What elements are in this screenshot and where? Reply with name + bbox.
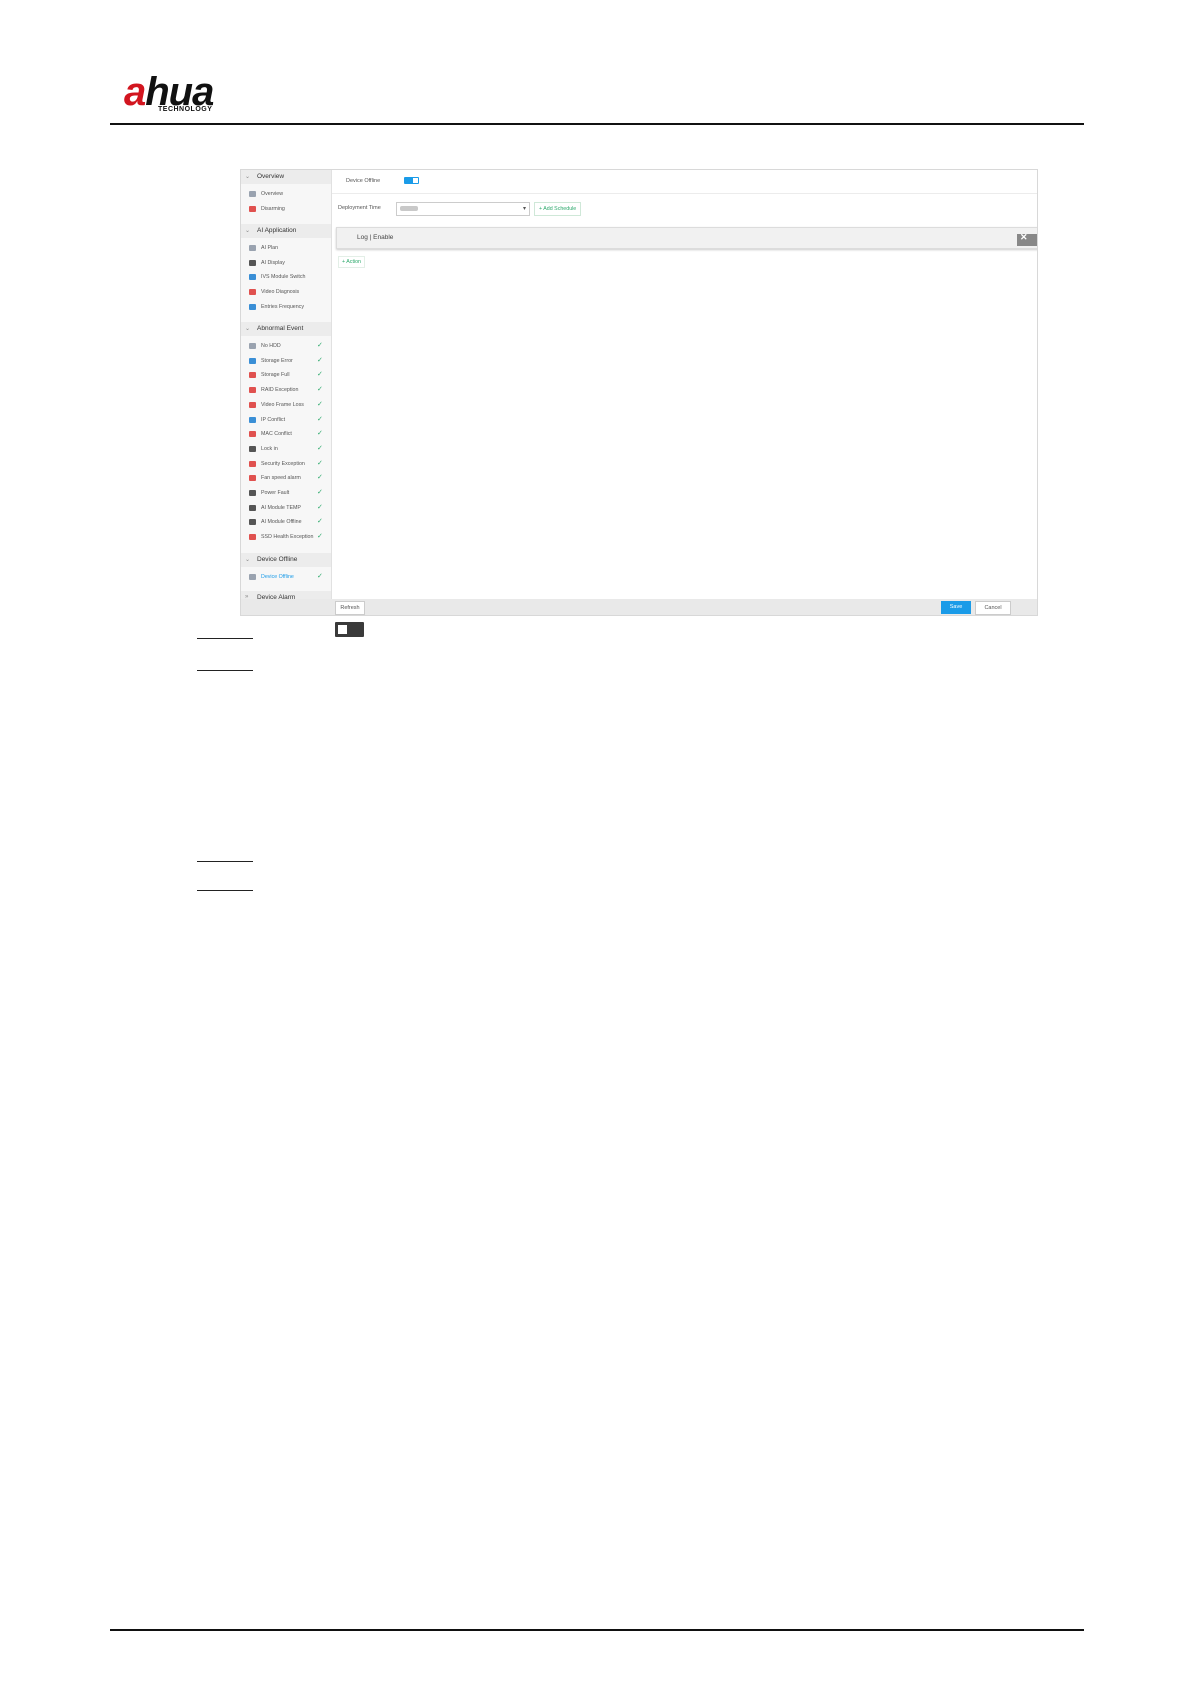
chevron-down-icon: ⌄ xyxy=(245,557,251,563)
sidebar-item-abnormal[interactable]: SSD Health Exception ✓ xyxy=(241,531,331,544)
blurred-value xyxy=(400,206,418,211)
sidebar-item-abnormal[interactable]: MAC Conflict ✓ xyxy=(241,428,331,441)
sidebar-section-abnormal-event[interactable]: ⌄ Abnormal Event xyxy=(241,322,331,336)
sidebar-item-abnormal[interactable]: IP Conflict ✓ xyxy=(241,414,331,427)
overview-icon xyxy=(249,191,256,197)
sidebar-item-device-offline[interactable]: Device Offline ✓ xyxy=(241,571,331,584)
sidebar-item-abnormal[interactable]: Security Exception ✓ xyxy=(241,458,331,471)
header-rule xyxy=(110,123,1084,125)
sidebar-item-abnormal[interactable]: Storage Error ✓ xyxy=(241,355,331,368)
sidebar-item-overview[interactable]: Overview xyxy=(241,188,331,201)
deployment-time-label: Deployment Time xyxy=(338,205,381,211)
disarming-icon xyxy=(249,206,256,212)
video-diagnosis-icon xyxy=(249,289,256,295)
event-config-screenshot: ⌄ Overview Overview Disarming ⌄ AI Appli… xyxy=(240,169,1038,616)
step-marker xyxy=(197,861,253,862)
sidebar-item-abnormal[interactable]: AI Module TEMP ✓ xyxy=(241,502,331,515)
chevron-down-icon: ⌄ xyxy=(245,326,251,332)
chevron-down-icon: ⌄ xyxy=(245,174,251,180)
toggle-off-icon xyxy=(335,622,364,637)
sidebar-item-ai-display[interactable]: AI Display xyxy=(241,257,331,270)
footer-rule xyxy=(110,1629,1084,1631)
check-icon: ✓ xyxy=(317,459,323,467)
sidebar-item-abnormal[interactable]: Power Fault ✓ xyxy=(241,487,331,500)
deployment-time-select[interactable]: ▾ xyxy=(396,202,530,216)
step-marker xyxy=(197,670,253,671)
sidebar-item-ivs-module-switch[interactable]: IVS Module Switch xyxy=(241,271,331,284)
event-icon xyxy=(249,490,256,496)
sidebar-item-abnormal[interactable]: Video Frame Loss ✓ xyxy=(241,399,331,412)
add-action-button[interactable]: + Action xyxy=(338,256,365,268)
step-marker xyxy=(197,638,253,639)
sidebar-section-overview[interactable]: ⌄ Overview xyxy=(241,170,331,184)
device-offline-icon xyxy=(249,574,256,580)
event-icon xyxy=(249,372,256,379)
sidebar-item-abnormal[interactable]: Lock in ✓ xyxy=(241,443,331,456)
ai-display-icon xyxy=(249,260,256,266)
sidebar-item-ai-plan[interactable]: AI Plan xyxy=(241,242,331,255)
close-icon: ✕ xyxy=(1020,232,1028,242)
check-icon: ✓ xyxy=(317,518,323,526)
check-icon: ✓ xyxy=(317,400,323,408)
footer-bar: Refresh Save Cancel xyxy=(241,599,1037,615)
check-icon: ✓ xyxy=(317,503,323,511)
sidebar-item-abnormal[interactable]: No HDD ✓ xyxy=(241,340,331,353)
add-schedule-button[interactable]: + Add Schedule xyxy=(534,202,582,216)
check-icon: ✓ xyxy=(317,533,323,541)
sidebar: ⌄ Overview Overview Disarming ⌄ AI Appli… xyxy=(241,170,332,615)
sidebar-item-entries-frequency[interactable]: Entries Frequency xyxy=(241,301,331,314)
event-icon xyxy=(249,475,256,482)
check-icon: ✓ xyxy=(317,342,323,349)
check-icon: ✓ xyxy=(317,474,323,482)
sidebar-item-abnormal[interactable]: RAID Exception ✓ xyxy=(241,384,331,397)
event-icon xyxy=(249,357,256,364)
check-icon: ✓ xyxy=(317,444,323,452)
event-icon xyxy=(249,445,256,452)
ai-plan-icon xyxy=(249,245,256,251)
event-icon xyxy=(249,401,256,408)
cancel-button[interactable]: Cancel xyxy=(975,601,1011,615)
refresh-button[interactable]: Refresh xyxy=(335,601,365,615)
main-panel: Device Offline Deployment Time ▾ + Add S… xyxy=(332,170,1037,615)
chevron-down-icon: ⌄ xyxy=(245,228,251,234)
caret-down-icon: ▾ xyxy=(522,206,526,212)
log-enable-text: Log | Enable xyxy=(357,234,394,241)
log-action-row: Log | Enable xyxy=(336,227,1037,249)
event-icon xyxy=(249,534,256,541)
event-icon xyxy=(249,416,256,423)
sidebar-section-ai-application[interactable]: ⌄ AI Application xyxy=(241,224,331,238)
check-icon: ✓ xyxy=(317,573,323,580)
event-icon xyxy=(249,519,256,526)
check-icon: ✓ xyxy=(317,371,323,379)
sidebar-section-device-offline[interactable]: ⌄ Device Offline xyxy=(241,553,331,567)
event-icon xyxy=(249,431,256,438)
sidebar-item-disarming[interactable]: Disarming xyxy=(241,203,331,216)
entries-frequency-icon xyxy=(249,304,256,310)
logo-subtitle: TECHNOLOGY xyxy=(158,106,213,113)
check-icon: ✓ xyxy=(317,356,323,364)
sidebar-item-abnormal[interactable]: AI Module Offline ✓ xyxy=(241,516,331,529)
device-offline-label: Device Offline xyxy=(346,178,381,184)
check-icon: ✓ xyxy=(317,489,323,496)
brand-logo: ahua TECHNOLOGY xyxy=(124,72,264,120)
check-icon: ✓ xyxy=(317,386,323,394)
close-button[interactable]: ✕ xyxy=(1017,232,1037,246)
ivs-switch-icon xyxy=(249,274,256,280)
event-icon xyxy=(249,504,256,511)
logo-letter-a: a xyxy=(124,70,146,114)
save-button[interactable]: Save xyxy=(941,601,971,614)
event-icon xyxy=(249,343,256,349)
step-marker xyxy=(197,890,253,891)
check-icon: ✓ xyxy=(317,415,323,423)
divider xyxy=(332,193,1037,194)
event-icon xyxy=(249,460,256,467)
check-icon: ✓ xyxy=(317,430,323,438)
sidebar-item-abnormal[interactable]: Storage Full ✓ xyxy=(241,369,331,382)
event-icon xyxy=(249,387,256,394)
sidebar-item-abnormal[interactable]: Fan speed alarm ✓ xyxy=(241,472,331,485)
device-offline-toggle[interactable] xyxy=(404,177,419,184)
sidebar-item-video-diagnosis[interactable]: Video Diagnosis xyxy=(241,286,331,299)
